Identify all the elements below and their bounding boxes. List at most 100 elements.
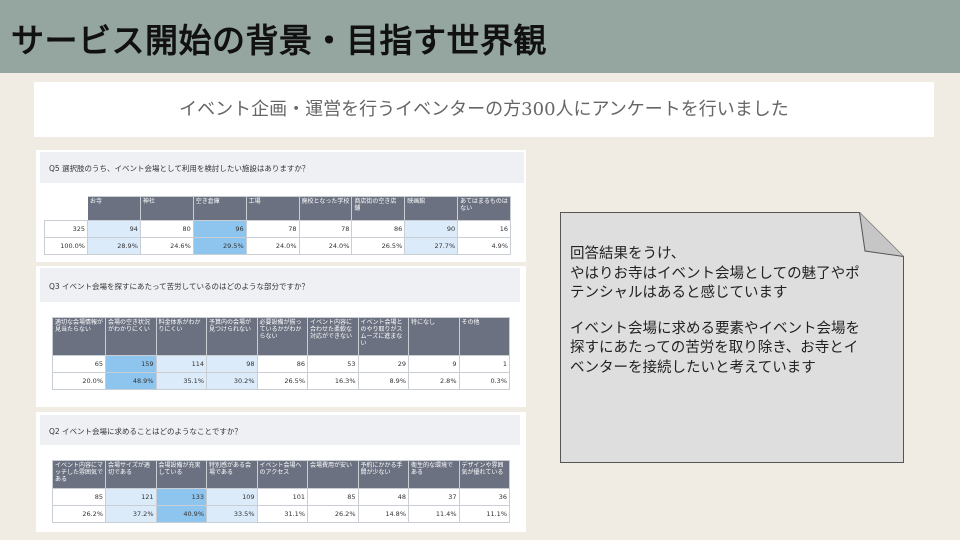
count-cell: 114	[155, 355, 207, 373]
question-text: Q3 イベント会場を探すにあたって苦労しているのはどのような部分ですか？	[49, 282, 309, 291]
percent-cell: 100.0%	[44, 237, 88, 255]
count-cell: 9	[408, 355, 460, 373]
header-bar: サービス開始の背景・目指す世界観	[0, 0, 960, 73]
table-header-cell: イベント内容に合わせた柔軟な対応ができない	[307, 317, 359, 356]
table-header-cell: その他	[458, 317, 510, 356]
count-cell: 109	[206, 488, 258, 506]
percent-cell: 31.1%	[256, 505, 308, 523]
count-cell: 98	[206, 355, 258, 373]
table-header-cell: イベント内容にマッチした雰囲気である	[52, 460, 106, 489]
table-header-cell: 会場費用が安い	[307, 460, 359, 489]
count-cell: 86	[256, 355, 308, 373]
percent-cell: 27.7%	[404, 237, 459, 255]
question-text: Q2 イベント会場に求めることはどのようなことですか？	[49, 427, 242, 436]
count-cell: 36	[458, 488, 510, 506]
note-paragraph: イベント会場に求める要素やイベント会場を探すにあたっての苦労を取り除き、お寺とイ…	[570, 320, 860, 376]
question-band: Q2 イベント会場に求めることはどのようなことですか？	[40, 415, 520, 445]
percent-cell: 26.5%	[256, 372, 308, 390]
count-cell: 86	[351, 220, 406, 238]
table-header-cell: 神社	[139, 196, 194, 221]
question-band: Q3 イベント会場を探すにあたって苦労しているのはどのような部分ですか？	[40, 268, 520, 302]
question-text: Q5 選択肢のうち、イベント会場として利用を検討したい施設はありますか？	[49, 164, 310, 173]
percent-cell: 11.4%	[408, 505, 460, 523]
table-header-cell: イベント会場へのアクセス	[256, 460, 308, 489]
survey-q3-panel: Q3 イベント会場を探すにあたって苦労しているのはどのような部分ですか？ 適切な…	[36, 266, 526, 407]
table-header-cell: 会場サイズが適切である	[105, 460, 157, 489]
count-cell: 80	[139, 220, 194, 238]
note-paragraph: 回答結果をうけ、 やはりお寺はイベント会場としての魅了やポテンシャルはあると感じ…	[570, 246, 860, 301]
percent-cell: 24.0%	[298, 237, 353, 255]
table-header-cell: 会場の空き状況がわかりにくい	[105, 317, 157, 356]
percent-cell: 26.2%	[52, 505, 106, 523]
count-cell: 16	[457, 220, 511, 238]
percent-cell: 35.1%	[155, 372, 207, 390]
table-header-cell: 衛生的な環境である	[408, 460, 460, 489]
percent-cell: 0.3%	[458, 372, 510, 390]
count-cell: 90	[404, 220, 459, 238]
count-cell: 325	[44, 220, 88, 238]
count-cell: 37	[408, 488, 460, 506]
count-cell: 96	[192, 220, 247, 238]
table-header-cell: 料金体系がわかりにくい	[155, 317, 207, 356]
count-cell: 78	[298, 220, 353, 238]
percent-cell: 24.0%	[245, 237, 300, 255]
percent-cell: 29.5%	[192, 237, 247, 255]
table-header-cell: 予約にかかる手間が少ない	[357, 460, 409, 489]
table-header-cell: 商店街の空き店舗	[351, 196, 406, 221]
survey-table: 適切な会場情報が見当たらない 会場の空き状況がわかりにくい 料金体系がわかりにく…	[52, 317, 510, 390]
percent-cell: 26.5%	[351, 237, 406, 255]
count-cell: 121	[105, 488, 157, 506]
count-cell: 85	[52, 488, 106, 506]
table-header-cell: 空き倉庫	[192, 196, 247, 221]
table-header-cell: 映画館	[404, 196, 459, 221]
table-header-cell: 必要設備が揃っているかがわからない	[256, 317, 308, 356]
count-cell: 159	[105, 355, 157, 373]
count-cell: 48	[357, 488, 409, 506]
percent-cell: 20.0%	[52, 372, 106, 390]
percent-cell: 40.9%	[155, 505, 207, 523]
survey-q2-panel: Q2 イベント会場に求めることはどのようなことですか？ イベント内容にマッチした…	[36, 412, 526, 532]
survey-q5-panel: Q5 選択肢のうち、イベント会場として利用を検討したい施設はありますか？ お寺 …	[36, 150, 526, 262]
count-cell: 53	[307, 355, 359, 373]
survey-table: お寺 神社 空き倉庫 工場 廃校となった学校 商店街の空き店舗 映画館 あてはま…	[44, 196, 511, 255]
survey-table: イベント内容にマッチした雰囲気である 会場サイズが適切である 会場設備が充実して…	[52, 460, 510, 523]
percent-cell: 24.6%	[139, 237, 194, 255]
subtitle-banner: イベント企画・運営を行うイベンターの方300人にアンケートを行いました	[34, 82, 934, 137]
table-header-cell: 特になし	[408, 317, 460, 356]
table-header-cell: デザインや雰囲気が優れている	[458, 460, 510, 489]
percent-cell: 30.2%	[206, 372, 258, 390]
percent-cell: 8.9%	[357, 372, 409, 390]
percent-cell: 14.8%	[357, 505, 409, 523]
question-band: Q5 選択肢のうち、イベント会場として利用を検討したい施設はありますか？	[40, 152, 524, 183]
table-header-cell: お寺	[87, 196, 141, 221]
page-title: サービス開始の背景・目指す世界観	[11, 21, 547, 60]
count-cell: 65	[52, 355, 106, 373]
table-header-cell: 工場	[245, 196, 300, 221]
percent-cell: 37.2%	[105, 505, 157, 523]
note-text: 回答結果をうけ、 やはりお寺はイベント会場としての魅了やポテンシャルはあると感じ…	[570, 245, 870, 378]
table-header-cell: イベント会場とのやり取りがスムーズに進まない	[357, 317, 409, 356]
percent-cell: 16.3%	[307, 372, 359, 390]
subtitle-text: イベント企画・運営を行うイベンターの方300人にアンケートを行いました	[179, 99, 789, 120]
table-header-cell: 特別感がある会場である	[206, 460, 258, 489]
table-header-cell: 適切な会場情報が見当たらない	[52, 317, 106, 356]
percent-cell: 48.9%	[105, 372, 157, 390]
percent-cell: 4.9%	[457, 237, 511, 255]
count-cell: 78	[245, 220, 300, 238]
table-header-cell: 会場設備が充実している	[155, 460, 207, 489]
table-header-cell: 廃校となった学校	[298, 196, 353, 221]
count-cell: 1	[458, 355, 510, 373]
count-cell: 133	[155, 488, 207, 506]
percent-cell: 28.9%	[87, 237, 141, 255]
count-cell: 94	[87, 220, 141, 238]
count-cell: 85	[307, 488, 359, 506]
percent-cell: 2.8%	[408, 372, 460, 390]
count-cell: 29	[357, 355, 409, 373]
count-cell: 101	[256, 488, 308, 506]
percent-cell: 26.2%	[307, 505, 359, 523]
table-header-cell: 予算内の会場が見つけられない	[206, 317, 258, 356]
table-header-cell	[44, 196, 88, 221]
table-header-cell: あてはまるものはない	[457, 196, 511, 221]
percent-cell: 33.5%	[206, 505, 258, 523]
summary-note: 回答結果をうけ、 やはりお寺はイベント会場としての魅了やポテンシャルはあると感じ…	[560, 212, 904, 463]
